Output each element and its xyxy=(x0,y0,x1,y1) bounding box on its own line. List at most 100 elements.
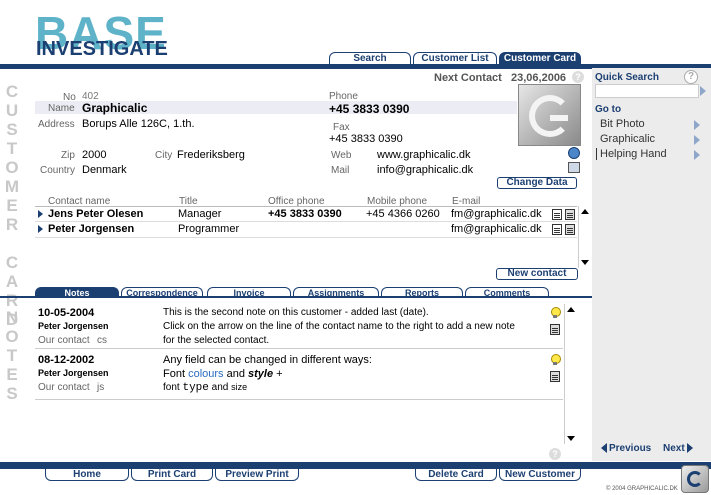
lightbulb-icon[interactable] xyxy=(550,307,561,319)
notes-scrollbar[interactable] xyxy=(564,304,576,444)
note-author: Peter Jorgensen xyxy=(38,368,109,378)
tab-customer-list[interactable]: Customer List xyxy=(413,52,497,64)
contact-email[interactable]: fm@graphicalic.dk xyxy=(451,208,542,220)
scroll-down-icon[interactable] xyxy=(581,260,589,265)
help-icon[interactable]: ? xyxy=(684,70,698,84)
country-label: Country xyxy=(40,165,76,176)
list-item[interactable]: 08-12-2002 Peter Jorgensen Our contact j… xyxy=(35,350,563,400)
our-contact-value: cs xyxy=(97,335,107,346)
row-arrow-icon[interactable] xyxy=(38,225,43,233)
address-label: Address xyxy=(38,119,75,130)
customer-fax[interactable]: +45 3833 0390 xyxy=(329,133,403,145)
contact-name[interactable]: Peter Jorgensen xyxy=(48,223,134,235)
chevron-right-icon xyxy=(694,150,700,160)
search-go-icon[interactable] xyxy=(700,86,706,96)
row-arrow-icon[interactable] xyxy=(38,210,43,218)
contact-office-phone: +45 3833 0390 xyxy=(268,208,342,220)
new-customer-button[interactable]: New Customer xyxy=(499,469,581,481)
quick-search-label: Quick Search xyxy=(595,72,659,83)
copyright-text: © 2004 GRAPHICALIC.DK xyxy=(606,486,678,492)
brand-logo-icon xyxy=(681,465,709,493)
print-card-button[interactable]: Print Card xyxy=(131,469,213,481)
contact-name[interactable]: Jens Peter Olesen xyxy=(48,208,143,220)
globe-icon[interactable] xyxy=(568,147,580,159)
name-label: Name xyxy=(48,103,75,114)
note-text-line: Any field can be changed in different wa… xyxy=(163,354,372,366)
note-author: Peter Jorgensen xyxy=(38,321,109,331)
next-contact-label: Next Contact xyxy=(434,72,502,84)
notes-bar xyxy=(0,296,592,298)
help-icon[interactable]: ? xyxy=(572,71,584,83)
table-row: Jens Peter Olesen Manager +45 3833 0390 … xyxy=(35,206,577,222)
side-label-customer-card: CUSTOMERCARD xyxy=(4,82,20,329)
scroll-up-icon[interactable] xyxy=(581,209,589,214)
tab-search[interactable]: Search xyxy=(329,52,411,64)
quick-search-input[interactable] xyxy=(595,84,699,98)
next-arrow-icon[interactable] xyxy=(687,443,693,453)
customer-country[interactable]: Denmark xyxy=(82,164,127,176)
scroll-up-icon[interactable] xyxy=(567,307,575,312)
web-label: Web xyxy=(331,150,352,161)
lightbulb-icon[interactable] xyxy=(550,354,561,366)
note-doc-icon[interactable] xyxy=(552,209,562,220)
phone-label: Phone xyxy=(329,91,358,102)
print-icon[interactable] xyxy=(565,224,575,235)
notes-list: 10-05-2004 Peter Jorgensen Our contact c… xyxy=(35,304,563,400)
note-doc-icon[interactable] xyxy=(552,224,562,235)
note-date: 08-12-2002 xyxy=(38,354,95,366)
customer-address[interactable]: Borups Alle 126C, 1.th. xyxy=(82,118,195,130)
mail-label: Mail xyxy=(331,165,350,176)
no-label: No xyxy=(63,92,76,103)
city-label: City xyxy=(155,150,173,161)
bottom-bar xyxy=(0,462,711,469)
preview-print-button[interactable]: Preview Print xyxy=(215,469,299,481)
goto-label: Go to xyxy=(595,104,622,115)
note-text-line: for the selected contact. xyxy=(163,335,270,346)
next-button[interactable]: Next xyxy=(663,443,685,454)
change-data-button[interactable]: Change Data xyxy=(497,177,577,189)
previous-button[interactable]: Previous xyxy=(609,443,651,454)
logo-investigate: INVESTIGATE xyxy=(36,38,168,60)
tab-customer-card[interactable]: Customer Card xyxy=(499,52,581,64)
home-button[interactable]: Home xyxy=(45,469,129,481)
chevron-right-icon xyxy=(694,135,700,145)
note-text-line: Click on the arrow on the line of the co… xyxy=(163,321,515,332)
contact-title: Manager xyxy=(178,208,222,220)
mail-icon[interactable] xyxy=(568,162,580,173)
next-contact-date: 23,06,2006 xyxy=(511,72,567,84)
note-text-line: font type and size xyxy=(163,382,248,394)
note-text-line: Font colours and style + xyxy=(163,368,283,380)
customer-name[interactable]: Graphicalic xyxy=(82,101,147,115)
note-text-line: This is the second note on this customer… xyxy=(163,307,429,318)
table-row: Peter Jorgensen Programmer fm@graphicali… xyxy=(35,222,577,238)
sidebar-item-bit-photo[interactable]: Bit Photo xyxy=(596,118,700,132)
contact-title: Programmer xyxy=(178,223,240,235)
our-contact-label: Our contact xyxy=(38,382,90,393)
side-label-notes: NOTES xyxy=(5,308,19,403)
previous-arrow-icon[interactable] xyxy=(601,443,607,453)
print-icon[interactable] xyxy=(550,324,560,335)
zip-label: Zip xyxy=(61,150,75,161)
list-item[interactable]: 10-05-2004 Peter Jorgensen Our contact c… xyxy=(35,304,563,349)
customer-city[interactable]: Frederiksberg xyxy=(177,149,245,161)
delete-card-button[interactable]: Delete Card xyxy=(415,469,497,481)
print-icon[interactable] xyxy=(565,209,575,220)
fax-label: Fax xyxy=(333,122,350,133)
company-logo-image xyxy=(518,84,581,146)
customer-mail[interactable]: info@graphicalic.dk xyxy=(377,164,473,176)
new-contact-button[interactable]: New contact xyxy=(496,268,578,280)
chevron-right-icon xyxy=(694,120,700,130)
scroll-down-icon[interactable] xyxy=(567,436,575,441)
customer-web[interactable]: www.graphicalic.dk xyxy=(377,149,471,161)
contact-mobile-phone: +45 4366 0260 xyxy=(366,208,440,220)
sidebar-item-helping-hand[interactable]: Helping Hand xyxy=(596,148,700,162)
customer-zip[interactable]: 2000 xyxy=(82,149,106,161)
contact-email[interactable]: fm@graphicalic.dk xyxy=(451,223,542,235)
print-icon[interactable] xyxy=(550,371,560,382)
help-icon[interactable]: ? xyxy=(549,448,561,460)
contacts-scrollbar[interactable] xyxy=(578,206,590,268)
sidebar-item-graphicalic[interactable]: Graphicalic xyxy=(596,133,700,147)
our-contact-label: Our contact xyxy=(38,335,90,346)
customer-phone[interactable]: +45 3833 0390 xyxy=(329,102,409,116)
note-date: 10-05-2004 xyxy=(38,307,95,319)
